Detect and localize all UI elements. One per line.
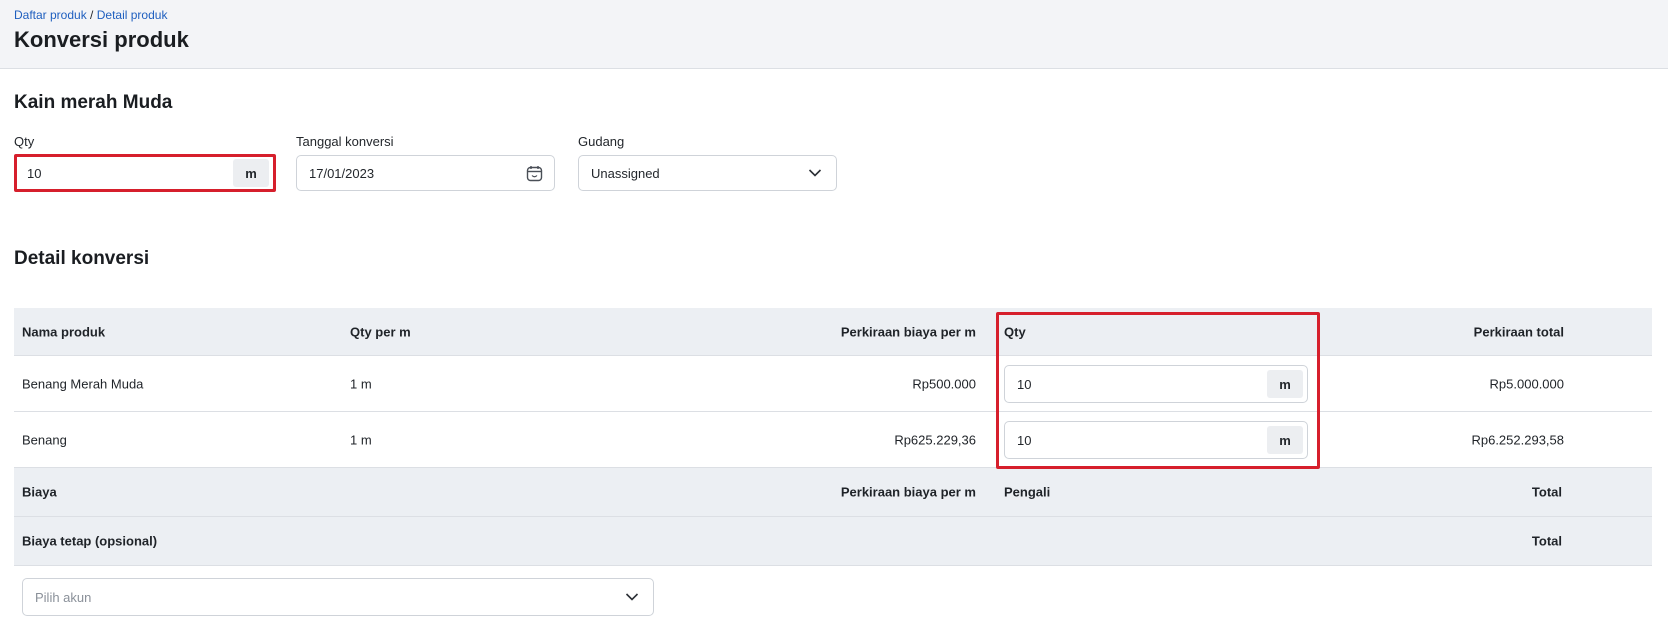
header-cost-per: Perkiraan biaya per m bbox=[840, 324, 976, 339]
qty-label: Qty bbox=[14, 134, 35, 149]
product-name-heading: Kain merah Muda bbox=[14, 92, 173, 113]
row-product-name: Benang bbox=[22, 432, 67, 447]
conversion-date-input[interactable]: 17/01/2023 bbox=[296, 155, 555, 191]
warehouse-select[interactable]: Unassigned bbox=[578, 155, 837, 191]
warehouse-select-value: Unassigned bbox=[591, 166, 660, 181]
chevron-down-icon bbox=[625, 593, 639, 601]
row-qty-per: 1 m bbox=[350, 432, 372, 447]
header-cost-cost-per: Perkiraan biaya per m bbox=[840, 484, 976, 500]
row-qty-value: 10 bbox=[1017, 433, 1032, 448]
table-row: Benang 1 m Rp625.229,36 10 m Rp6.252.293… bbox=[14, 412, 1652, 468]
header-cost-total: Total bbox=[1531, 484, 1562, 500]
breadcrumb: Daftar produk / Detail produk bbox=[14, 8, 167, 22]
header-qty-per: Qty per m bbox=[350, 324, 411, 339]
page-header: Daftar produk / Detail produk Konversi p… bbox=[0, 0, 1668, 69]
table-row: Benang Merah Muda 1 m Rp500.000 10 m Rp5… bbox=[14, 356, 1652, 412]
breadcrumb-link-product-list[interactable]: Daftar produk bbox=[14, 8, 87, 22]
row-qty-value: 10 bbox=[1017, 377, 1032, 392]
header-fixed-cost-total: Total bbox=[1531, 533, 1562, 549]
calendar-icon[interactable] bbox=[526, 165, 543, 182]
page-title: Konversi produk bbox=[14, 27, 189, 52]
row-qty-per: 1 m bbox=[350, 376, 372, 391]
header-multiplier: Pengali bbox=[1004, 484, 1051, 500]
conversion-date-value: 17/01/2023 bbox=[309, 166, 375, 181]
row-qty-input[interactable]: 10 m bbox=[1004, 365, 1308, 403]
account-select[interactable]: Pilih akun bbox=[22, 578, 654, 616]
conversion-detail-heading: Detail konversi bbox=[14, 248, 150, 269]
row-cost-per: Rp500.000 bbox=[912, 376, 976, 391]
row-qty-unit-badge: m bbox=[1267, 426, 1303, 454]
row-qty-unit-badge: m bbox=[1267, 370, 1303, 398]
row-product-name: Benang Merah Muda bbox=[22, 376, 144, 391]
qty-input-value: 10 bbox=[27, 166, 42, 181]
fixed-cost-header-row: Biaya tetap (opsional) Total bbox=[14, 517, 1652, 566]
header-estimated-total: Perkiraan total bbox=[1473, 324, 1564, 339]
cost-header-row: Biaya Perkiraan biaya per m Pengali Tota… bbox=[14, 468, 1652, 517]
chevron-down-icon bbox=[808, 169, 822, 177]
row-cost-per: Rp625.229,36 bbox=[894, 432, 976, 447]
row-qty-input[interactable]: 10 m bbox=[1004, 421, 1308, 459]
row-estimated-total: Rp5.000.000 bbox=[1489, 376, 1564, 391]
conversion-date-label: Tanggal konversi bbox=[296, 134, 394, 149]
qty-input[interactable]: 10 m bbox=[14, 154, 274, 192]
row-estimated-total: Rp6.252.293,58 bbox=[1471, 432, 1564, 447]
breadcrumb-link-product-detail[interactable]: Detail produk bbox=[97, 8, 168, 22]
header-product-name: Nama produk bbox=[22, 324, 106, 339]
header-cost: Biaya bbox=[22, 484, 57, 500]
header-fixed-cost: Biaya tetap (opsional) bbox=[22, 533, 158, 549]
qty-unit-badge: m bbox=[233, 159, 269, 187]
warehouse-label: Gudang bbox=[578, 134, 625, 149]
header-qty: Qty bbox=[1004, 324, 1026, 339]
table-header-row: Nama produk Qty per m Perkiraan biaya pe… bbox=[14, 308, 1652, 356]
breadcrumb-separator: / bbox=[90, 8, 94, 22]
account-select-placeholder: Pilih akun bbox=[35, 590, 92, 605]
